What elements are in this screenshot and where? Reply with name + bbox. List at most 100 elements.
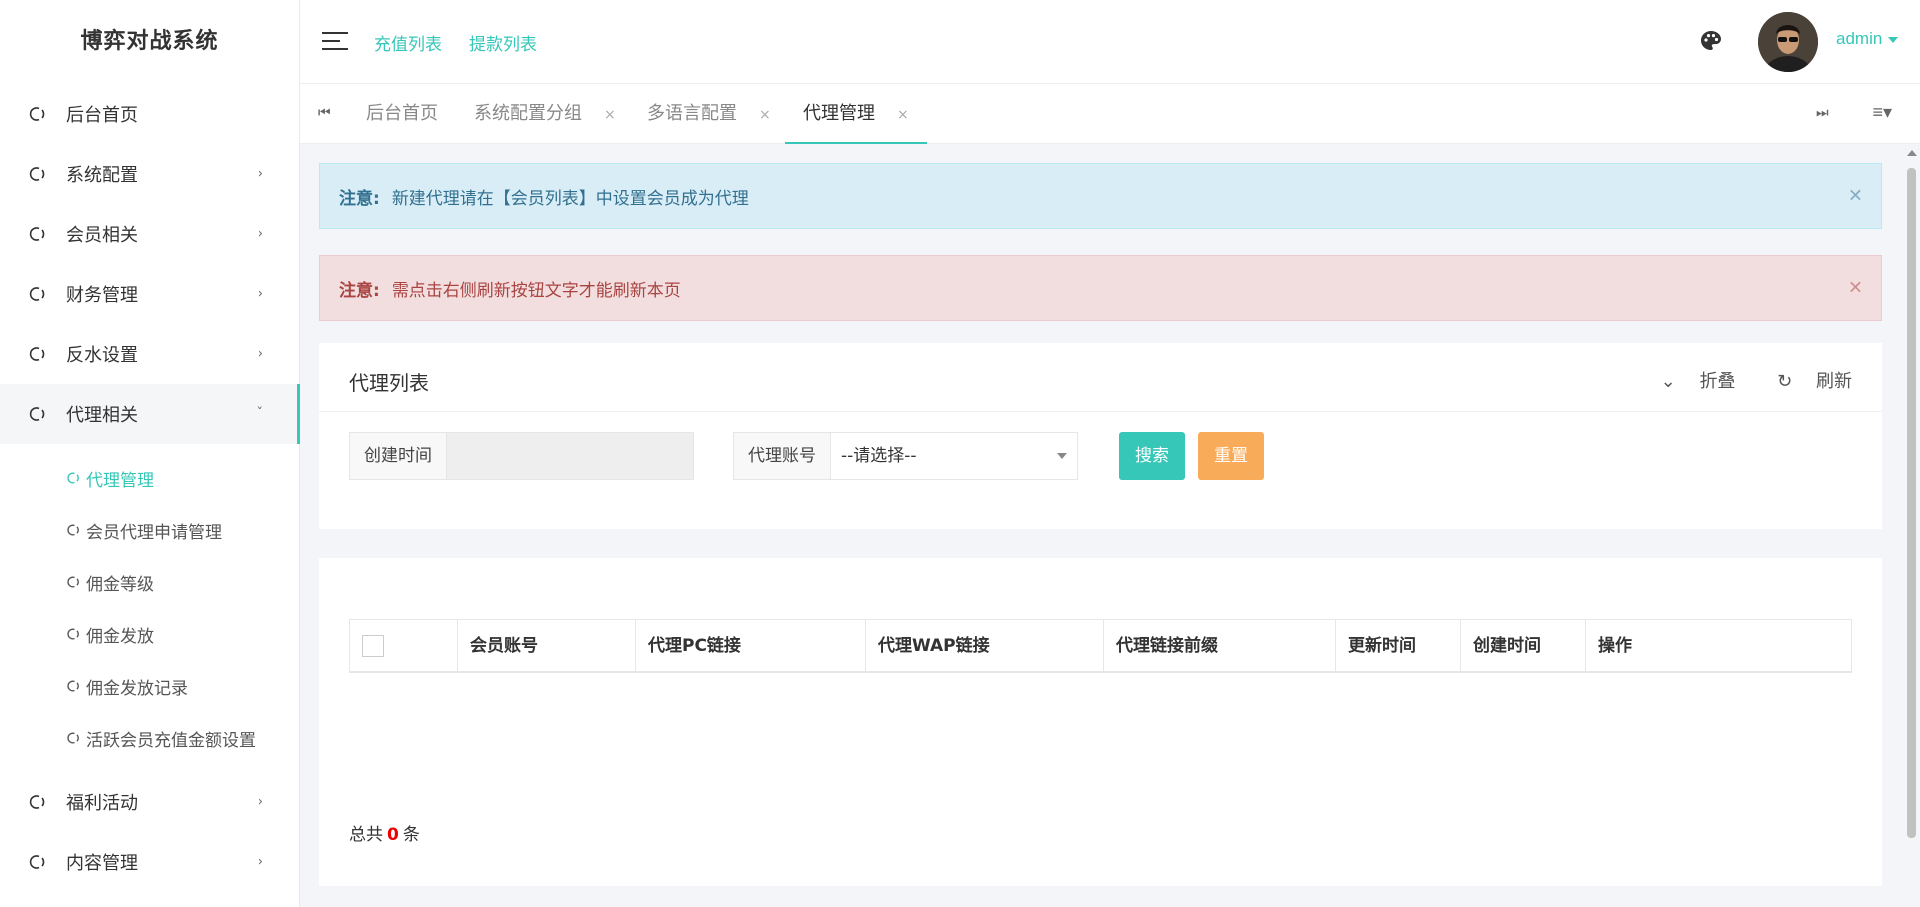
circle-icon [67,628,79,640]
sidebar-item-system-config[interactable]: 系统配置 › [0,144,299,204]
chevron-down-icon: ˇ [256,406,264,422]
collapse-label: 折叠 [1699,371,1736,392]
sidebar-subitem-commission-levels[interactable]: 佣金等级 [0,556,299,608]
sidebar-subitem-agent-management[interactable]: 代理管理 [0,452,299,504]
sidebar-subitem-commission-payout[interactable]: 佣金发放 [0,608,299,660]
tab-scroll-left-icon[interactable]: ⏮ [318,104,331,121]
sidebar-subitem-commission-records[interactable]: 佣金发放记录 [0,660,299,712]
info-alert: 注意: 新建代理请在【会员列表】中设置会员成为代理 ✕ [319,163,1882,229]
circle-icon [67,576,79,588]
tab-label: 后台首页 [366,103,438,124]
avatar-image [1758,12,1818,72]
tab-agent-management[interactable]: 代理管理 × [785,84,927,144]
circle-icon [67,524,79,536]
search-panel: 代理列表 ⌄ 折叠 ↻ 刷新 创建时间 代理账号 --请选择-- 搜索 重置 [319,343,1882,529]
total-number: 0 [387,825,399,845]
sidebar-item-label: 会员相关 [66,225,138,246]
sidebar-subitem-label: 佣金等级 [86,574,154,595]
sidebar-item-label: 后台首页 [66,105,138,126]
agent-account-field: 代理账号 --请选择-- [733,432,1078,480]
circle-icon [29,855,45,869]
sidebar-subitem-label: 佣金发放记录 [86,678,188,699]
scrollbar[interactable] [1902,150,1920,907]
column-header[interactable]: 会员账号 [458,620,636,672]
sidebar-item-content[interactable]: 内容管理 › [0,832,299,892]
refresh-button[interactable]: ↻ 刷新 [1759,371,1852,392]
alert-label: 注意: [339,188,380,209]
tab-close-icon[interactable]: × [604,107,616,123]
created-time-field: 创建时间 [349,432,694,480]
tab-close-icon[interactable]: × [759,107,771,123]
sidebar-item-rebate[interactable]: 反水设置 › [0,324,299,384]
sidebar-item-members[interactable]: 会员相关 › [0,204,299,264]
sidebar-submenu: 代理管理 会员代理申请管理 佣金等级 佣金发放 佣金发放记录 活跃会员充值金额设… [0,444,299,772]
sidebar-item-label: 内容管理 [66,853,138,874]
tabs-menu-icon[interactable]: ≡▾ [1872,102,1892,123]
refresh-icon: ↻ [1777,371,1793,392]
divider [319,411,1882,412]
sidebar-item-finance[interactable]: 财务管理 › [0,264,299,324]
scroll-up-icon[interactable] [1907,150,1917,156]
circle-icon [29,107,45,121]
sidebar-item-agents[interactable]: 代理相关 ˇ [0,384,300,444]
search-button[interactable]: 搜索 [1119,432,1185,480]
sidebar-item-promotions[interactable]: 福利活动 › [0,772,299,832]
sidebar-subitem-active-member-deposit[interactable]: 活跃会员充值金额设置 [0,712,299,764]
sidebar-item-label: 代理相关 [66,405,138,426]
tab-label: 系统配置分组 [474,103,582,124]
sidebar-item-home[interactable]: 后台首页 [0,84,299,144]
created-time-input[interactable] [447,433,693,479]
select-value: --请选择-- [841,446,917,466]
menu-toggle-icon[interactable] [322,32,348,52]
main-content: 注意: 新建代理请在【会员列表】中设置会员成为代理 ✕ 注意: 需点击右侧刷新按… [300,144,1900,907]
panel-title: 代理列表 [349,371,429,395]
tab-home[interactable]: 后台首页 [366,84,438,144]
sidebar-item-label: 反水设置 [66,345,138,366]
field-label: 创建时间 [350,433,447,479]
refresh-label: 刷新 [1816,371,1852,392]
withdrawal-list-link[interactable]: 提款列表 [469,30,537,55]
circle-icon [67,680,79,692]
column-header[interactable]: 代理WAP链接 [866,620,1104,672]
circle-icon [67,732,79,744]
reset-button[interactable]: 重置 [1198,432,1264,480]
tab-language-config[interactable]: 多语言配置 × [647,84,771,144]
select-all-checkbox[interactable] [362,635,384,657]
data-table-header: 会员账号 代理PC链接 代理WAP链接 代理链接前缀 更新时间 创建时间 操作 [349,619,1852,673]
circle-icon [29,795,45,809]
sidebar: 博弈对战系统 后台首页 系统配置 › 会员相关 › 财务管理 › 反水设置 › … [0,0,300,907]
sidebar-subitem-label: 佣金发放 [86,626,154,647]
tab-system-config-group[interactable]: 系统配置分组 × [474,84,616,144]
table-panel: 会员账号 代理PC链接 代理WAP链接 代理链接前缀 更新时间 创建时间 操作 … [319,558,1882,886]
tab-scroll-right-icon[interactable]: ⏭ [1816,104,1829,121]
deposit-list-link[interactable]: 充值列表 [374,30,442,55]
app-title: 博弈对战系统 [80,29,219,54]
tab-label: 多语言配置 [647,103,737,124]
collapse-button[interactable]: ⌄ 折叠 [1643,371,1736,392]
sidebar-subitem-label: 活跃会员充值金额设置 [86,730,256,751]
close-icon[interactable]: ✕ [1848,278,1863,299]
column-header[interactable]: 代理链接前缀 [1104,620,1336,672]
close-icon[interactable]: ✕ [1848,186,1863,207]
agent-account-select[interactable]: --请选择-- [831,433,1077,479]
scrollbar-thumb[interactable] [1907,168,1916,838]
avatar[interactable] [1758,12,1818,72]
palette-icon[interactable] [1700,30,1722,52]
sidebar-item-label: 福利活动 [66,793,138,814]
chevron-right-icon: › [257,854,263,870]
tab-close-icon[interactable]: × [897,107,909,123]
column-header[interactable]: 更新时间 [1336,620,1461,672]
column-header[interactable]: 代理PC链接 [636,620,866,672]
circle-icon [67,472,79,484]
double-chevron-down-icon: ⌄ [1660,371,1676,392]
danger-alert: 注意: 需点击右侧刷新按钮文字才能刷新本页 ✕ [319,255,1882,321]
sidebar-subitem-label: 代理管理 [86,470,154,491]
user-menu[interactable]: admin [1836,29,1899,49]
alert-text: 需点击右侧刷新按钮文字才能刷新本页 [391,280,681,301]
column-header[interactable]: 创建时间 [1461,620,1586,672]
chevron-right-icon: › [257,794,263,810]
sidebar-subitem-label: 会员代理申请管理 [86,522,222,543]
sidebar-subitem-agent-applications[interactable]: 会员代理申请管理 [0,504,299,556]
total-count: 总共 0 条 [349,820,420,845]
top-header: 充值列表 提款列表 admin [300,0,1920,84]
